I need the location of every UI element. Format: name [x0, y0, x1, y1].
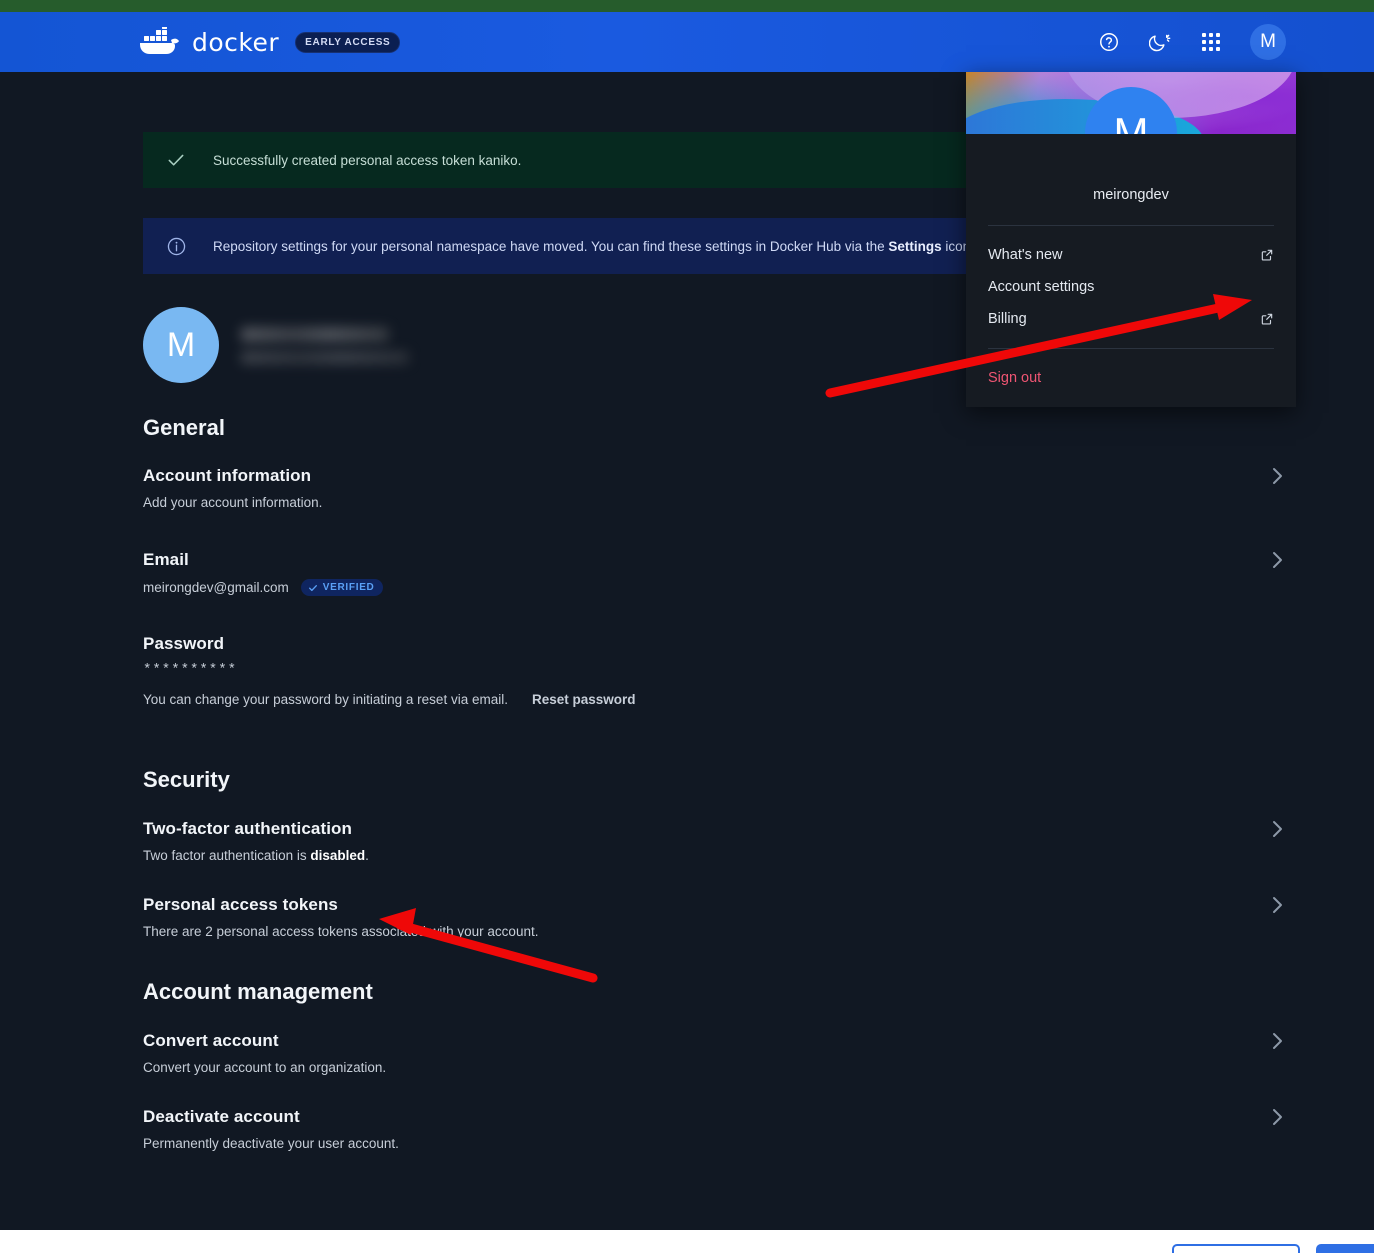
- row-two-factor-authentication[interactable]: Two-factor authentication Two factor aut…: [143, 819, 1293, 863]
- account-menu-username: meirongdev: [1093, 187, 1169, 203]
- profile-identity: [241, 326, 409, 364]
- password-reset-line: You can change your password by initiati…: [143, 692, 1293, 707]
- row-title: Password: [143, 634, 225, 653]
- chevron-right-icon[interactable]: [1265, 1029, 1289, 1053]
- row-personal-access-tokens[interactable]: Personal access tokens There are 2 perso…: [143, 895, 1293, 939]
- row-description: Permanently deactivate your user account…: [143, 1136, 399, 1151]
- tfa-status: disabled: [310, 848, 366, 863]
- section-title-general: General: [143, 415, 225, 440]
- chevron-right-icon[interactable]: [1265, 817, 1289, 841]
- app-header: docker EARLY ACCESS M: [0, 12, 1374, 72]
- tfa-text-before: Two factor authentication is: [143, 848, 311, 863]
- row-title: Email: [143, 550, 189, 569]
- info-alert-message: Repository settings for your personal na…: [213, 239, 974, 254]
- reset-password-button[interactable]: Reset password: [532, 692, 636, 707]
- external-link-icon: [1260, 312, 1274, 326]
- info-alert-text-before: Repository settings for your personal na…: [213, 238, 889, 254]
- account-menu-dropdown: M meirongdev What's new Account settings…: [966, 72, 1296, 407]
- header-avatar[interactable]: M: [1250, 24, 1286, 60]
- profile-subtitle-redacted: [241, 350, 409, 364]
- chevron-right-icon[interactable]: [1265, 464, 1289, 488]
- menu-item-label: Account settings: [988, 279, 1095, 295]
- early-access-badge: EARLY ACCESS: [295, 31, 401, 53]
- os-top-bar: [0, 0, 1374, 12]
- info-alert-settings-word: Settings: [888, 238, 942, 254]
- docker-hub-account-settings-page: docker EARLY ACCESS M Successfully creat…: [0, 0, 1374, 1253]
- chevron-right-icon[interactable]: [1265, 1105, 1289, 1129]
- check-icon: [165, 149, 187, 171]
- primary-button-partial[interactable]: [1316, 1244, 1374, 1253]
- theme-toggle-icon[interactable]: [1148, 30, 1172, 54]
- row-title: Deactivate account: [143, 1107, 300, 1126]
- row-description: There are 2 personal access tokens assoc…: [143, 924, 539, 939]
- apps-grid-icon[interactable]: [1199, 30, 1223, 54]
- row-title: Account information: [143, 466, 312, 485]
- email-address: meirongdev@gmail.com: [143, 580, 289, 595]
- menu-item-account-settings[interactable]: Account settings: [966, 271, 1296, 303]
- row-password: Password ********** You can change your …: [143, 634, 1293, 707]
- password-description: You can change your password by initiati…: [143, 692, 508, 707]
- docker-whale-logo-icon: [138, 27, 182, 57]
- check-small-icon: [308, 584, 317, 591]
- profile-header: M: [143, 307, 409, 383]
- verified-badge-label: VERIFIED: [322, 582, 375, 593]
- sign-out-label: Sign out: [988, 370, 1042, 386]
- row-title: Convert account: [143, 1031, 279, 1050]
- menu-item-label: What's new: [988, 247, 1063, 263]
- secondary-button-partial[interactable]: [1172, 1244, 1300, 1253]
- row-description: Two factor authentication is disabled.: [143, 848, 1293, 863]
- info-icon: [165, 235, 187, 257]
- row-title: Personal access tokens: [143, 895, 338, 914]
- menu-item-label: Billing: [988, 311, 1027, 327]
- header-actions: M: [1097, 24, 1286, 60]
- row-description: Add your account information.: [143, 495, 323, 510]
- external-link-icon: [1260, 248, 1274, 262]
- password-masked-value: **********: [143, 662, 238, 678]
- menu-item-whats-new[interactable]: What's new: [966, 239, 1296, 271]
- row-convert-account[interactable]: Convert account Convert your account to …: [143, 1031, 1293, 1075]
- menu-item-billing[interactable]: Billing: [966, 303, 1296, 335]
- row-account-information[interactable]: Account information Add your account inf…: [143, 466, 1293, 510]
- profile-name-redacted: [241, 326, 389, 342]
- account-menu-footer: Sign out: [966, 349, 1296, 407]
- tfa-text-after: .: [365, 848, 369, 863]
- success-alert-message: Successfully created personal access tok…: [213, 152, 522, 168]
- row-title: Two-factor authentication: [143, 819, 353, 838]
- brand-wordmark: docker: [192, 27, 280, 57]
- row-email[interactable]: Email meirongdev@gmail.com VERIFIED: [143, 550, 1293, 596]
- help-icon[interactable]: [1097, 30, 1121, 54]
- email-value-line: meirongdev@gmail.com VERIFIED: [143, 579, 1293, 596]
- verified-badge: VERIFIED: [300, 579, 384, 596]
- menu-item-sign-out[interactable]: Sign out: [966, 362, 1296, 394]
- profile-avatar: M: [143, 307, 219, 383]
- account-menu-items: What's new Account settings Billing: [966, 226, 1296, 348]
- row-description: Convert your account to an organization.: [143, 1060, 387, 1075]
- section-title-security: Security: [143, 767, 230, 792]
- chevron-right-icon[interactable]: [1265, 548, 1289, 572]
- row-deactivate-account[interactable]: Deactivate account Permanently deactivat…: [143, 1107, 1293, 1151]
- docker-brand[interactable]: docker EARLY ACCESS: [138, 27, 401, 57]
- page-bottom-strip: [0, 1230, 1374, 1253]
- account-menu-banner-image: M: [966, 72, 1296, 134]
- chevron-right-icon[interactable]: [1265, 893, 1289, 917]
- section-title-account-management: Account management: [143, 979, 373, 1004]
